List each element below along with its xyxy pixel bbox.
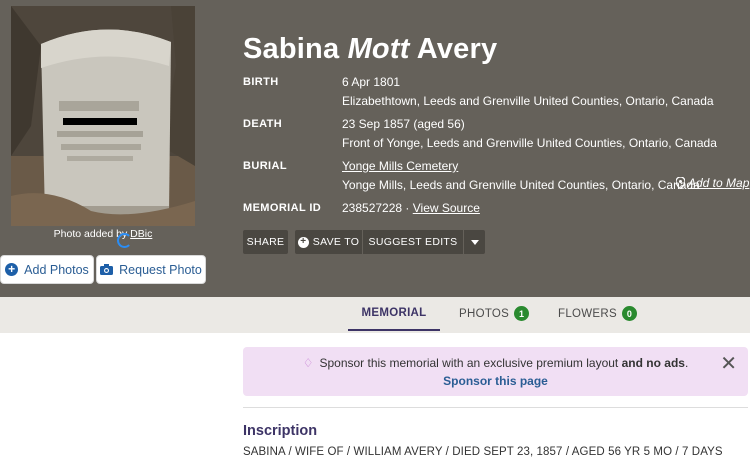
- memorial-name: Sabina Mott Avery: [243, 33, 497, 66]
- add-photos-label: Add Photos: [24, 262, 89, 277]
- close-icon[interactable]: ✕: [720, 354, 737, 374]
- suggest-edits-button[interactable]: SUGGEST EDITS: [363, 230, 463, 254]
- burial-cemetery-link[interactable]: Yonge Mills Cemetery: [342, 159, 458, 173]
- gravestone-image: [11, 6, 195, 226]
- tab-photos[interactable]: PHOTOS 1: [459, 297, 530, 330]
- plus-circle-icon: +: [297, 236, 309, 248]
- view-source-link[interactable]: View Source: [413, 201, 480, 215]
- tab-flowers-label: FLOWERS: [558, 307, 617, 320]
- tab-flowers[interactable]: FLOWERS 0: [558, 297, 637, 330]
- memorial-id-value: 238527228 ·: [342, 201, 410, 215]
- birth-date: 6 Apr 1801: [342, 75, 401, 89]
- plus-circle-icon: +: [5, 263, 19, 276]
- camera-icon: [100, 264, 114, 275]
- photo-credit-user-link[interactable]: DBic: [130, 228, 152, 240]
- map-pin-icon: [676, 177, 685, 189]
- caret-down-icon: [470, 239, 479, 245]
- tab-memorial[interactable]: MEMORIAL: [348, 297, 440, 331]
- inscription-text: SABINA / WIFE OF / WILLIAM AVERY / DIED …: [243, 446, 723, 458]
- inscription-title: Inscription: [243, 423, 318, 439]
- suggest-edits-label: SUGGEST EDITS: [368, 236, 458, 248]
- tab-memorial-label: MEMORIAL: [361, 307, 427, 319]
- sponsor-banner: ♢ Sponsor this memorial with an exclusive…: [243, 347, 748, 396]
- memorial-tabs: MEMORIAL PHOTOS 1 FLOWERS 0: [0, 297, 750, 333]
- section-divider: [243, 407, 748, 408]
- death-label: DEATH: [243, 118, 283, 130]
- name-first: Sabina: [243, 33, 340, 65]
- death-place: Front of Yonge, Leeds and Grenville Unit…: [342, 136, 717, 150]
- memorial-header: Photo added by DBic + Add Photos Request…: [0, 0, 750, 297]
- sponsor-text-end: .: [684, 356, 689, 370]
- gravestone-photo[interactable]: [11, 6, 195, 226]
- sponsor-page-link[interactable]: Sponsor this page: [243, 374, 748, 388]
- diamond-icon: ♢: [302, 356, 314, 370]
- photos-count-badge: 1: [514, 306, 530, 321]
- save-to-button[interactable]: + SAVE TO: [295, 230, 362, 254]
- death-date: 23 Sep 1857 (aged 56): [342, 117, 465, 131]
- name-maiden: Mott: [347, 33, 410, 65]
- tab-photos-label: PHOTOS: [459, 307, 510, 320]
- burial-label: BURIAL: [243, 160, 287, 172]
- share-button[interactable]: SHARE: [243, 230, 288, 254]
- memorial-id-label: MEMORIAL ID: [243, 202, 322, 214]
- request-photo-label: Request Photo: [119, 262, 202, 277]
- add-photos-button[interactable]: + Add Photos: [0, 255, 94, 284]
- more-actions-dropdown[interactable]: [464, 230, 485, 254]
- sponsor-text-bold: and no ads: [621, 356, 685, 370]
- photo-credit: Photo added by DBic: [0, 228, 206, 240]
- sponsor-message: ♢ Sponsor this memorial with an exclusive…: [243, 356, 748, 370]
- loading-spinner-icon: [117, 233, 132, 248]
- add-to-map-label: Add to Map: [688, 176, 750, 190]
- request-photo-button[interactable]: Request Photo: [96, 255, 206, 284]
- share-label: SHARE: [246, 236, 285, 248]
- birth-place: Elizabethtown, Leeds and Grenville Unite…: [342, 94, 714, 108]
- sponsor-text-start: Sponsor this memorial with an exclusive …: [319, 356, 619, 370]
- name-last: Avery: [416, 33, 498, 65]
- birth-label: BIRTH: [243, 76, 279, 88]
- flowers-count-badge: 0: [621, 306, 637, 321]
- add-to-map-link[interactable]: Add to Map: [676, 176, 749, 190]
- save-to-label: SAVE TO: [312, 236, 360, 248]
- burial-place: Yonge Mills, Leeds and Grenville United …: [342, 178, 700, 192]
